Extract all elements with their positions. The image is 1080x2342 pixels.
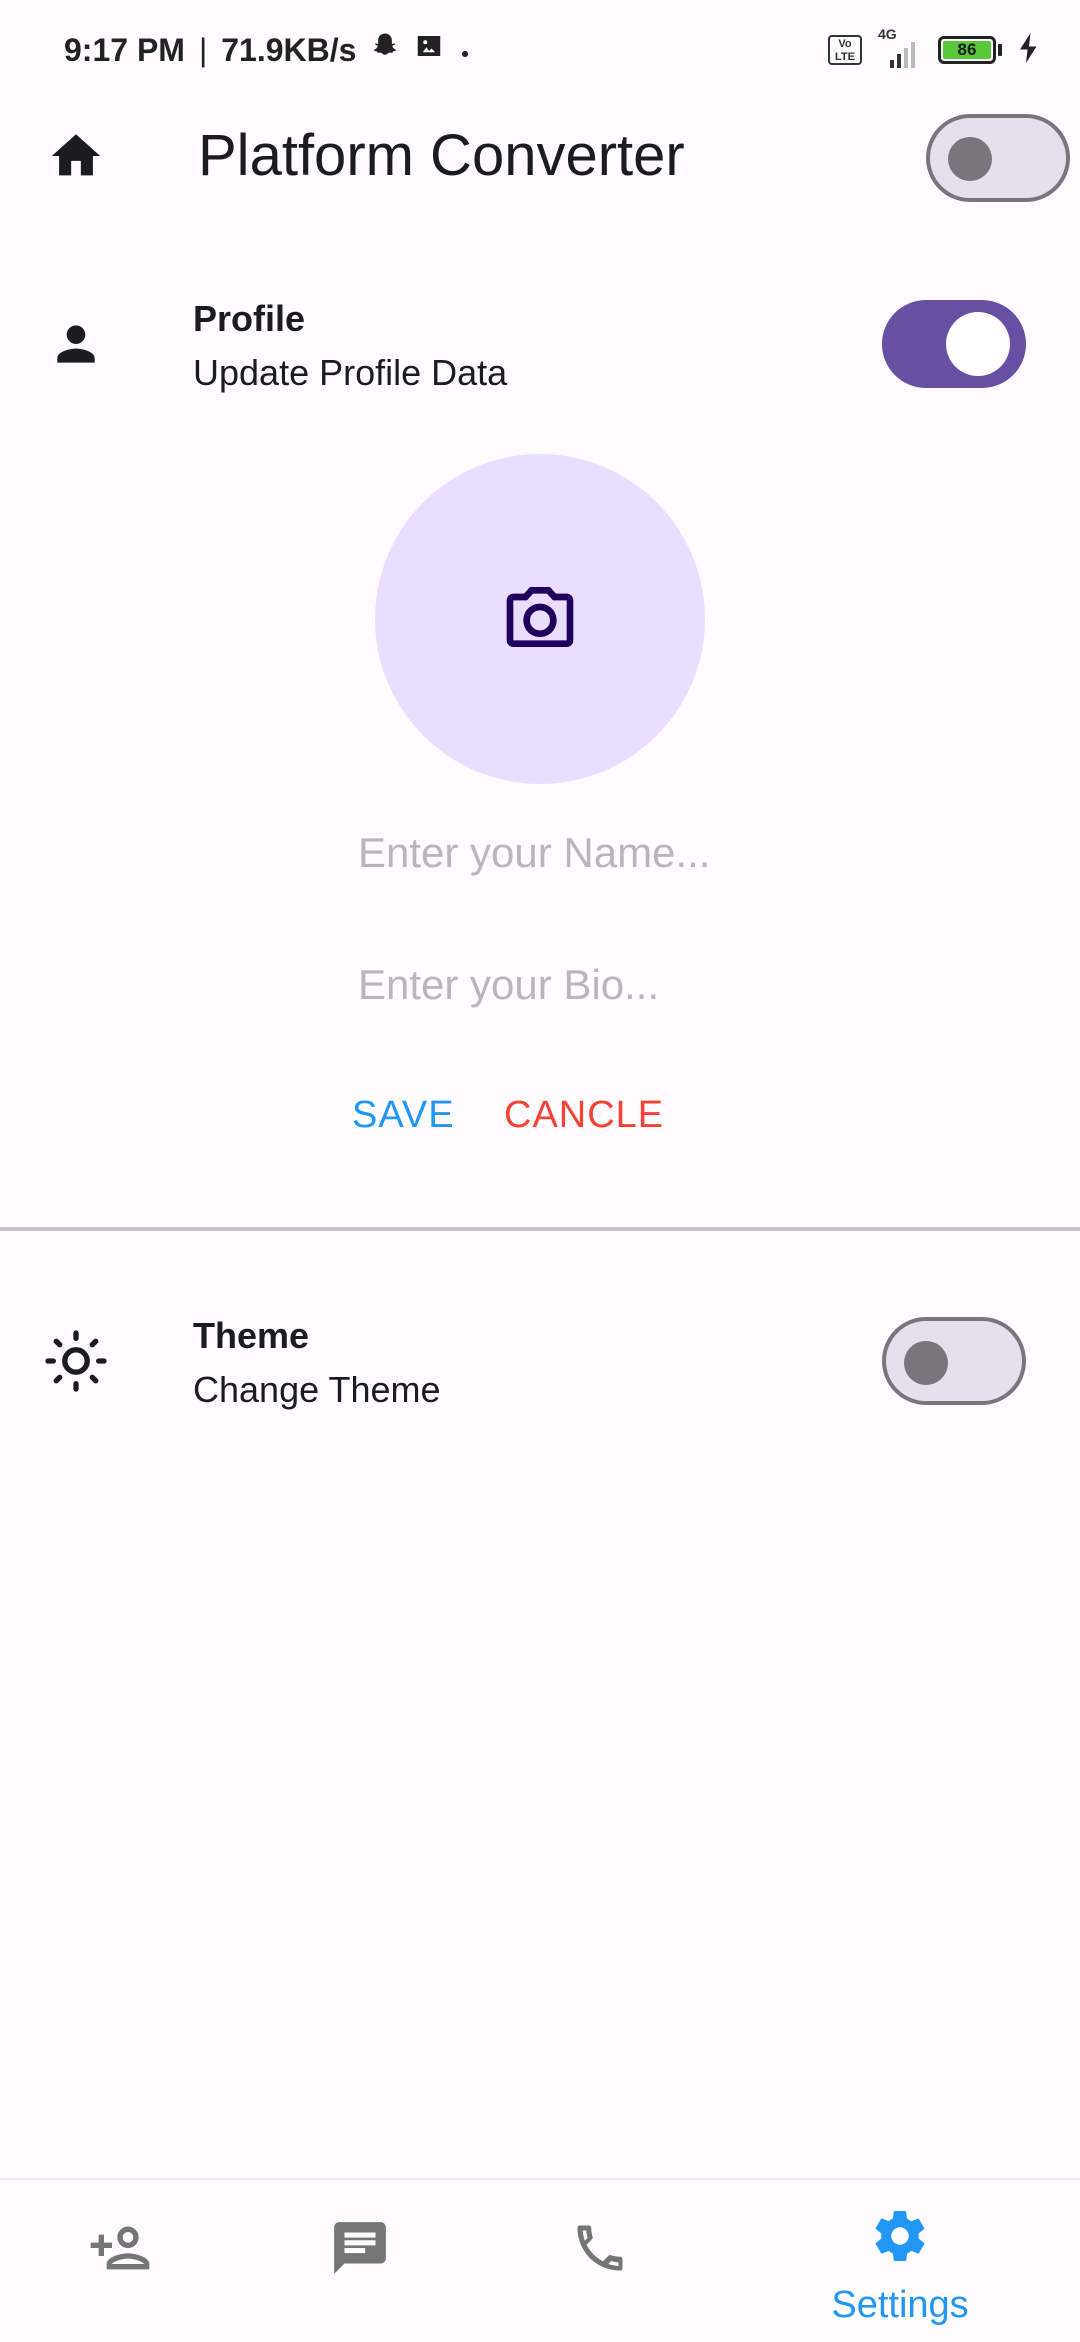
divider (0, 1227, 1080, 1231)
person-icon (40, 312, 112, 376)
profile-subtitle: Update Profile Data (193, 352, 508, 393)
platform-toggle[interactable] (926, 114, 1070, 202)
phone-icon (480, 2216, 720, 2280)
status-right: Vo LTE 4G 86 (828, 26, 1040, 72)
page-title: Platform Converter (198, 123, 685, 188)
cancel-button[interactable]: CANCLE (504, 1090, 664, 1140)
person-add-icon (0, 2216, 240, 2280)
nav-item-calls[interactable] (480, 2180, 720, 2342)
chat-icon (240, 2216, 480, 2280)
status-bar: 9:17 PM | 71.9KB/s Vo LTE 4G 86 (0, 0, 1080, 100)
status-time: 9:17 PM (64, 31, 185, 68)
theme-toggle-knob (904, 1341, 948, 1385)
nav-item-settings[interactable]: Settings (780, 2180, 1020, 2342)
brightness-icon (40, 1329, 112, 1393)
theme-tile[interactable]: Theme Change Theme (0, 1301, 1080, 1421)
signal-icon: 4G (878, 26, 922, 70)
nav-item-chats[interactable] (240, 2180, 480, 2342)
profile-tile[interactable]: Profile Update Profile Data (0, 284, 1080, 404)
save-button[interactable]: SAVE (352, 1090, 455, 1140)
bio-field[interactable]: Enter your Bio... (358, 950, 738, 1020)
battery-level: 86 (943, 40, 991, 59)
profile-toggle[interactable] (882, 300, 1026, 388)
volte-icon: Vo LTE (828, 35, 862, 65)
status-left: 9:17 PM | 71.9KB/s (64, 28, 472, 72)
avatar-picker[interactable] (375, 454, 705, 784)
network-speed: 71.9KB/s (221, 31, 357, 68)
app-bar: Platform Converter (0, 100, 1080, 212)
nav-item-contacts[interactable] (0, 2180, 240, 2342)
dot-icon (458, 32, 472, 69)
charging-icon (1018, 32, 1040, 68)
theme-title: Theme (193, 1315, 310, 1356)
gallery-icon (414, 31, 444, 69)
theme-toggle[interactable] (882, 1317, 1026, 1405)
nav-label-settings: Settings (831, 2284, 969, 2326)
settings-icon (780, 2204, 1020, 2268)
camera-icon (500, 577, 580, 662)
home-icon[interactable] (40, 124, 112, 188)
battery-icon: 86 (938, 36, 1002, 64)
status-separator: | (198, 31, 208, 68)
theme-subtitle: Change Theme (193, 1369, 441, 1410)
bottom-navigation: Settings (0, 2178, 1080, 2342)
profile-toggle-knob (946, 312, 1010, 376)
name-field[interactable]: Enter your Name... (358, 818, 738, 888)
snapchat-icon (370, 31, 400, 69)
profile-title: Profile (193, 298, 306, 339)
platform-toggle-knob (948, 137, 992, 181)
